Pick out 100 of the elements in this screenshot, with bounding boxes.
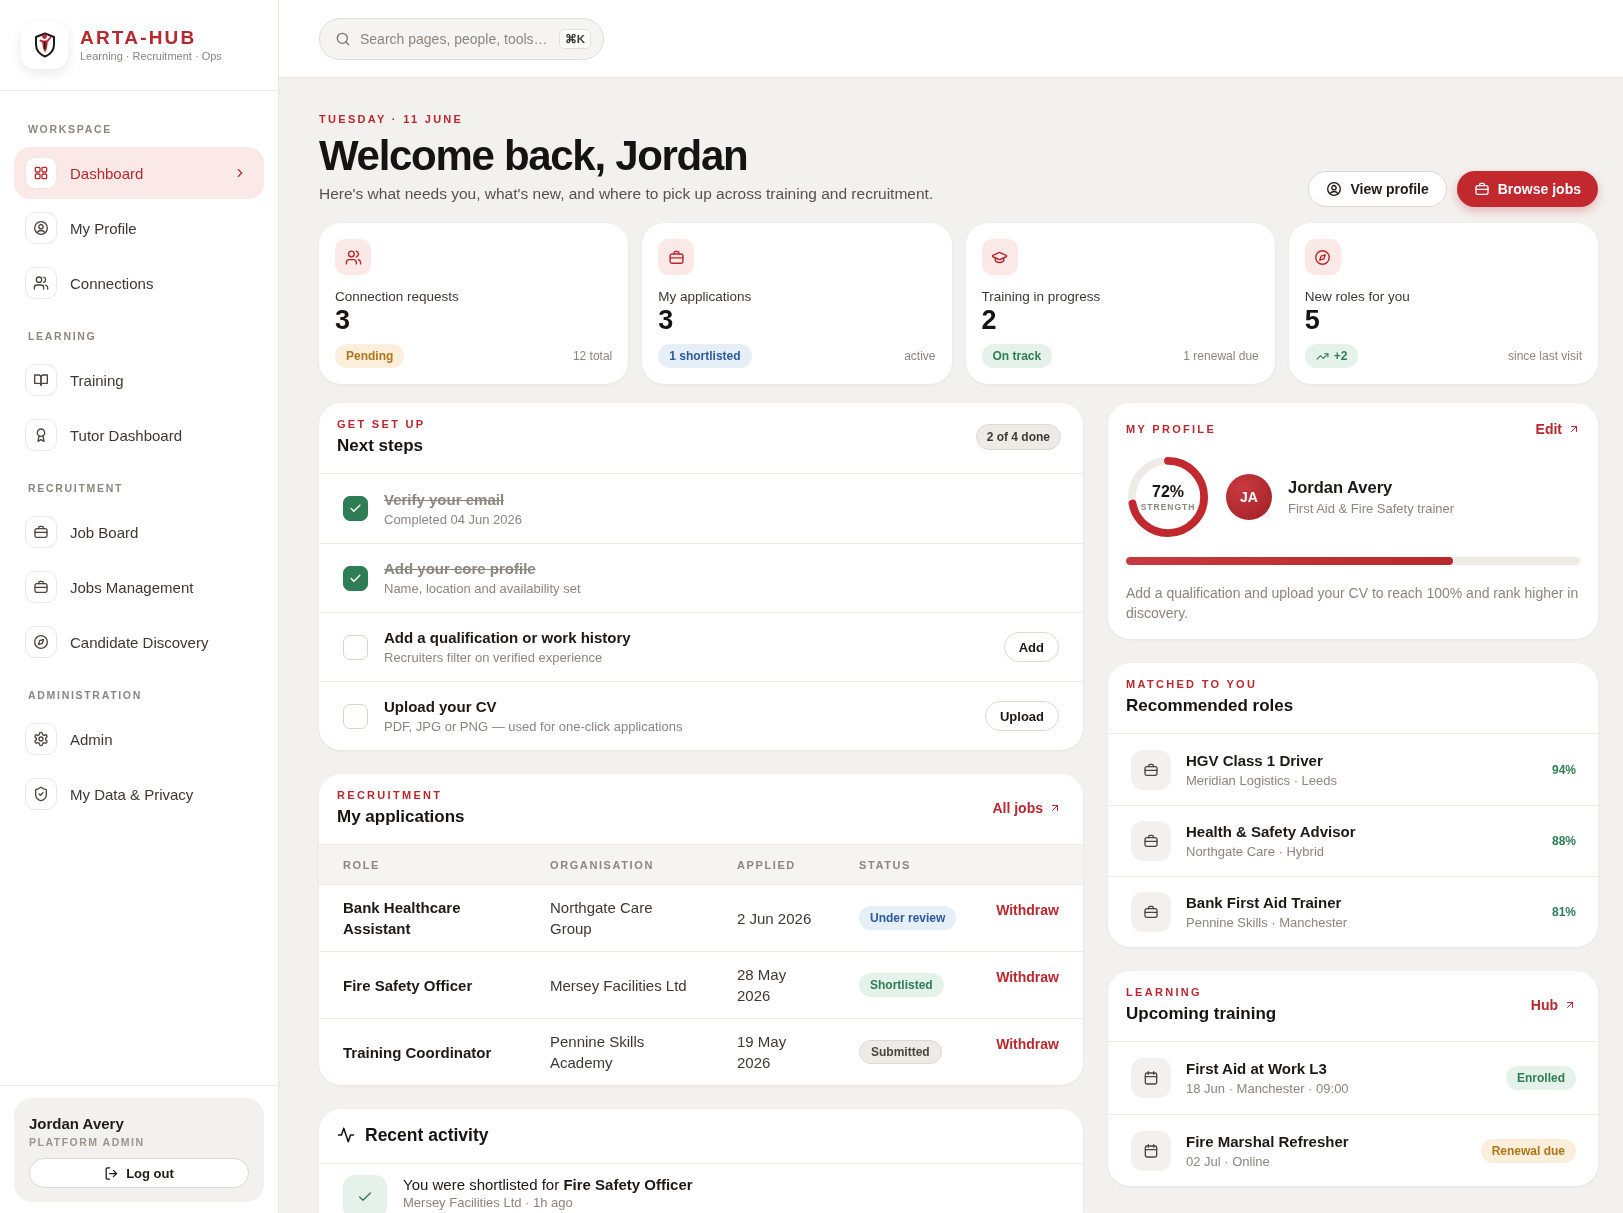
briefcase-icon [1131,892,1171,932]
card-title: Recent activity [365,1124,489,1146]
stat-label: New roles for you [1304,289,1411,305]
step-detail: Completed 04 Jun 2026 [384,511,524,528]
strength-value: 72% [1152,481,1184,501]
all-jobs-link[interactable]: All jobs [992,800,1061,816]
nav-section-title: LEARNING [27,329,98,343]
briefcase-icon [658,239,695,275]
stat-note: since last visit [1507,349,1582,363]
settings-icon [25,723,57,755]
logout-button[interactable]: Log out [29,1158,249,1188]
withdraw-link[interactable]: Withdraw [996,902,1059,918]
role-title: Bank First Aid Trainer [1186,893,1343,913]
table-cell: Training Coordinator [319,1018,540,1085]
stat-value: 3 [658,305,675,335]
table-cell: 2 Jun 2026 [727,884,849,952]
stat-value: 2 [981,305,998,335]
card-title: Next steps [337,435,424,457]
action-button[interactable]: Add [1003,632,1059,662]
section-eyebrow: RECRUITMENT [337,788,444,802]
course-detail: 18 Jun · Manchester · 09:00 [1186,1080,1350,1097]
search-field[interactable]: Search pages, people, tools… ⌘K [319,17,604,60]
nav-item[interactable]: Jobs Management [14,561,264,613]
role-detail: Meridian Logistics · Leeds [1186,771,1339,789]
calendar-icon [1131,1058,1171,1098]
step-title: Verify your email [384,489,506,510]
edit-link[interactable]: Edit [1535,421,1580,437]
status-badge: Enrolled [1506,1066,1576,1090]
step-title: Upload your CV [384,697,498,717]
role-detail: Northgate Care · Hybrid [1186,843,1325,860]
date-label: TUESDAY · 11 JUNE [319,112,465,126]
briefcase-icon [25,571,57,603]
nav-item[interactable]: Training [14,354,264,406]
step-title: Add your core profile [384,559,537,579]
nav-item[interactable]: Candidate Discovery [14,616,264,668]
nav-item[interactable]: Dashboard [14,147,264,199]
stat-label: My applications [658,289,753,305]
arrow-up-right-icon [1568,423,1580,435]
column-header: STATUS [849,844,961,885]
column-header: ORGANISATION [540,844,727,885]
grid-icon [25,157,57,189]
withdraw-link[interactable]: Withdraw [996,969,1059,985]
graduation-cap-icon [981,239,1018,275]
stat-note: active [904,349,936,363]
shortcut-key: ⌘K [558,28,591,49]
course-title: First Aid at Work L3 [1186,1059,1328,1079]
activity-text: You were shortlisted for Fire Safety Officer [403,1175,693,1195]
table-cell: Fire Safety Officer [319,951,540,1019]
stat-value: 3 [335,305,352,335]
briefcase-icon [1131,749,1171,790]
table-cell: Pennine Skills Academy [540,1018,727,1085]
nav-item[interactable]: Admin [14,713,264,765]
stat-value: 5 [1304,305,1321,335]
briefcase-icon [1131,821,1171,861]
table-cell: Mersey Facilities Ltd [540,951,727,1019]
role-title: HGV Class 1 Driver [1186,750,1324,771]
trend-value: +2 [1333,349,1348,363]
check-icon [343,1175,387,1213]
checkbox[interactable] [343,496,368,521]
step-title: Add a qualification or work history [384,628,632,648]
activity-icon [337,1126,355,1144]
table-cell: Bank Healthcare Assistant [319,884,540,952]
section-eyebrow: MY PROFILE [1126,422,1217,436]
checkbox[interactable] [343,565,368,591]
nav-section-title: WORKSPACE [27,122,113,136]
arrow-up-right-icon [1049,802,1061,814]
step-detail: PDF, JPG or PNG — used for one-click applications [384,719,684,735]
shield-check-icon [25,778,57,810]
role-title: Health & Safety Advisor [1186,822,1357,842]
nav-item[interactable]: Job Board [14,506,264,558]
withdraw-link[interactable]: Withdraw [996,1036,1059,1052]
table-cell: 28 May 2026 [727,951,849,1019]
section-eyebrow: LEARNING [1126,985,1203,999]
view-profile-button[interactable]: View profile [1308,171,1447,207]
open-book-icon [25,364,57,396]
nav-item[interactable]: Connections [14,257,264,309]
card-title: Recommended roles [1126,695,1294,717]
user-name: Jordan Avery [29,1114,125,1133]
nav-item[interactable]: Tutor Dashboard [14,409,264,461]
logout-icon [104,1165,120,1181]
status-badge: 1 shortlisted [658,344,752,368]
nav-section-title: ADMINISTRATION [27,688,143,702]
column-header: APPLIED [727,844,849,885]
hub-link[interactable]: Hub [1530,997,1576,1013]
page-subtitle: Here's what needs you, what's new, and where to pick up across training and recruitment. [319,184,934,204]
section-eyebrow: GET SET UP [337,417,426,431]
table-cell: 19 May 2026 [727,1018,849,1085]
nav-item[interactable]: My Data & Privacy [14,768,264,820]
nav-item[interactable]: My Profile [14,202,264,254]
role-detail: Pennine Skills · Manchester [1186,914,1349,931]
action-button[interactable]: Upload [984,701,1059,731]
briefcase-icon [1473,181,1490,197]
compass-icon [25,626,57,658]
status-badge: Shortlisted [859,973,944,998]
search-input[interactable]: Search pages, people, tools… [360,30,550,47]
browse-jobs-button[interactable]: Browse jobs [1456,171,1598,207]
progress-pill: 2 of 4 done [975,424,1061,450]
arrow-up-right-icon [1564,999,1576,1011]
step-detail: Recruiters filter on verified experience [384,650,604,666]
status-badge: Renewal due [1480,1138,1576,1163]
